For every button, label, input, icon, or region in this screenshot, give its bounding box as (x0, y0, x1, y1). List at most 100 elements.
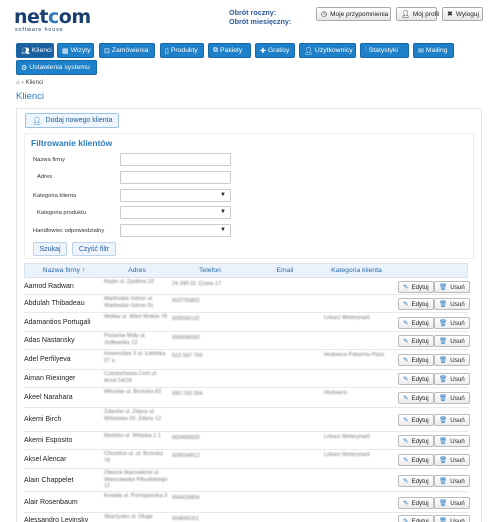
nav-statystyki[interactable]: ⫶ Statystyki (360, 43, 409, 58)
company-input[interactable] (120, 153, 231, 166)
table-row: Adas Nastansky Pożarów Mały ul. Jodłowska… (24, 332, 470, 350)
cell-company-name: Aamod Radwan (24, 282, 74, 290)
cell-phone: 696506030 (172, 335, 200, 341)
edit-label: Edytuj (411, 375, 429, 383)
edit-button[interactable]: ✎ Edytuj (398, 298, 434, 310)
nav-zamowienia[interactable]: ⊡ Zamówienia (99, 43, 155, 58)
breadcrumb-separator: › (21, 80, 24, 86)
delete-button[interactable]: 🗑︎ Usuń (434, 475, 470, 487)
nav-label: Produkty (170, 47, 198, 54)
search-button[interactable]: Szukaj (33, 242, 67, 256)
nav-label: Pakiety (220, 47, 243, 54)
client-category-select[interactable]: ▼ (120, 189, 231, 202)
address-input[interactable] (120, 171, 231, 184)
edit-button[interactable]: ✎ Edytuj (398, 515, 434, 522)
cell-address: Kłodzko ul. Wiejska 1 1 (104, 433, 161, 439)
cell-category: Lekarz Weterynarii (324, 452, 370, 458)
edit-icon: ✎ (403, 478, 409, 485)
edit-button[interactable]: ✎ Edytuj (398, 317, 434, 329)
th-email[interactable]: Email (250, 263, 320, 278)
profile-button[interactable]: 👤︎ Mój profil (396, 7, 440, 21)
product-category-select[interactable]: ▼ (120, 206, 231, 219)
delete-button[interactable]: 🗑︎ Usuń (434, 354, 470, 366)
netcom-logo[interactable]: netcom software house (14, 6, 91, 34)
delete-button[interactable]: 🗑︎ Usuń (434, 515, 470, 522)
cell-category (324, 280, 392, 295)
trash-icon: 🗑︎ (439, 478, 448, 485)
nav-ustawienia[interactable]: ⚙ Ustawienia systemu (16, 60, 97, 75)
nav-wizyty[interactable]: ▦ Wizyty (57, 43, 94, 58)
sales-rep-select[interactable]: ▼ (120, 224, 231, 237)
edit-button[interactable]: ✎ Edytuj (398, 435, 434, 447)
edit-label: Edytuj (411, 437, 429, 445)
caret-down-icon: ▼ (220, 192, 226, 198)
edit-label: Edytuj (411, 337, 429, 345)
table-row: Aksel Alencar Chrzelice ul. ul. Brzeska 7… (24, 450, 470, 469)
cell-category (324, 410, 392, 432)
chart-icon: ⫶ (365, 46, 367, 54)
nav-pakiety[interactable]: ⧉ Pakiety (208, 43, 251, 58)
cell-company-name: Adamantios Portugali (24, 318, 91, 326)
delete-button[interactable]: 🗑︎ Usuń (434, 497, 470, 509)
th-phone[interactable]: Telefon (170, 263, 250, 278)
edit-button[interactable]: ✎ Edytuj (398, 475, 434, 487)
nav-uzytkownicy[interactable]: 👤︎ Użytkownicy (299, 43, 356, 58)
edit-button[interactable]: ✎ Edytuj (398, 392, 434, 404)
edit-icon: ✎ (403, 320, 409, 327)
delete-button[interactable]: 🗑︎ Usuń (434, 373, 470, 385)
edit-label: Edytuj (411, 499, 429, 507)
clear-filter-button[interactable]: Czyść filtr (72, 242, 116, 256)
delete-label: Usuń (450, 499, 465, 507)
home-icon[interactable]: ⌂ (16, 80, 20, 86)
nav-klienci[interactable]: 👥︎ Klienci (16, 43, 54, 58)
edit-button[interactable]: ✎ Edytuj (398, 281, 434, 293)
cell-phone (172, 472, 252, 480)
cell-address: Rypin ul. Zjodnoś 22 (104, 279, 155, 285)
edit-label: Edytuj (411, 319, 429, 327)
edit-label: Edytuj (411, 394, 429, 402)
cell-company-name: Akemi Esposito (24, 437, 73, 444)
edit-button[interactable]: ✎ Edytuj (398, 454, 434, 466)
delete-button[interactable]: 🗑︎ Usuń (434, 454, 470, 466)
delete-button[interactable]: 🗑︎ Usuń (434, 392, 470, 404)
nav-mailing[interactable]: ✉ Mailing (413, 43, 454, 58)
nav-label: Wizyty (70, 47, 91, 54)
user-icon: 👤︎ (401, 11, 410, 18)
cell-company-name: Alessandro Levinsky (24, 517, 89, 522)
edit-button[interactable]: ✎ Edytuj (398, 354, 434, 366)
reminders-button[interactable]: ◷ Moje przypomnienia (316, 7, 391, 21)
address-label: Adres (37, 174, 53, 180)
cell-phone: 600465830 (172, 435, 200, 441)
edit-button[interactable]: ✎ Edytuj (398, 414, 434, 426)
add-client-button[interactable]: 👤︎ Dodaj nowego klienta (25, 113, 120, 128)
nav-gratisy[interactable]: ✚ Gratisy (255, 43, 295, 58)
edit-button[interactable]: ✎ Edytuj (398, 497, 434, 509)
product-category-label: Kategoria produktu (37, 210, 86, 216)
user-icon: 👤︎ (304, 47, 313, 55)
cell-phone: 609556132 (172, 316, 200, 322)
delete-button[interactable]: 🗑︎ Usuń (434, 281, 470, 293)
cell-address: Kowala ul. Purmyjanska 3 (104, 493, 168, 499)
delete-button[interactable]: 🗑︎ Usuń (434, 298, 470, 310)
cell-category (324, 515, 392, 522)
trash-icon: 🗑︎ (439, 457, 448, 464)
delete-button[interactable]: 🗑︎ Usuń (434, 317, 470, 329)
edit-button[interactable]: ✎ Edytuj (398, 373, 434, 385)
trash-icon: 🗑︎ (439, 376, 448, 383)
nav-produkty[interactable]: ▯ Produkty (160, 43, 204, 58)
logout-button[interactable]: ✖ Wyloguj (442, 7, 483, 21)
delete-button[interactable]: 🗑︎ Usuń (434, 335, 470, 347)
delete-label: Usuń (450, 319, 465, 327)
trash-icon: 🗑︎ (439, 500, 448, 507)
cell-company-name: Aksel Alencar (24, 455, 67, 463)
th-address[interactable]: Adres (104, 263, 170, 278)
th-company[interactable]: Nazwa firmy ↑ (24, 263, 104, 278)
delete-button[interactable]: 🗑︎ Usuń (434, 414, 470, 426)
delete-button[interactable]: 🗑︎ Usuń (434, 435, 470, 447)
th-category[interactable]: Kategoria klienta (320, 263, 393, 278)
cell-phone: 24 390 01 11sew 17 (172, 281, 222, 287)
cell-company-name: Alain Chappelet (24, 476, 74, 484)
breadcrumb-current: Klienci (25, 80, 44, 86)
profile-button-label: Mój profil (412, 10, 440, 18)
edit-button[interactable]: ✎ Edytuj (398, 335, 434, 347)
